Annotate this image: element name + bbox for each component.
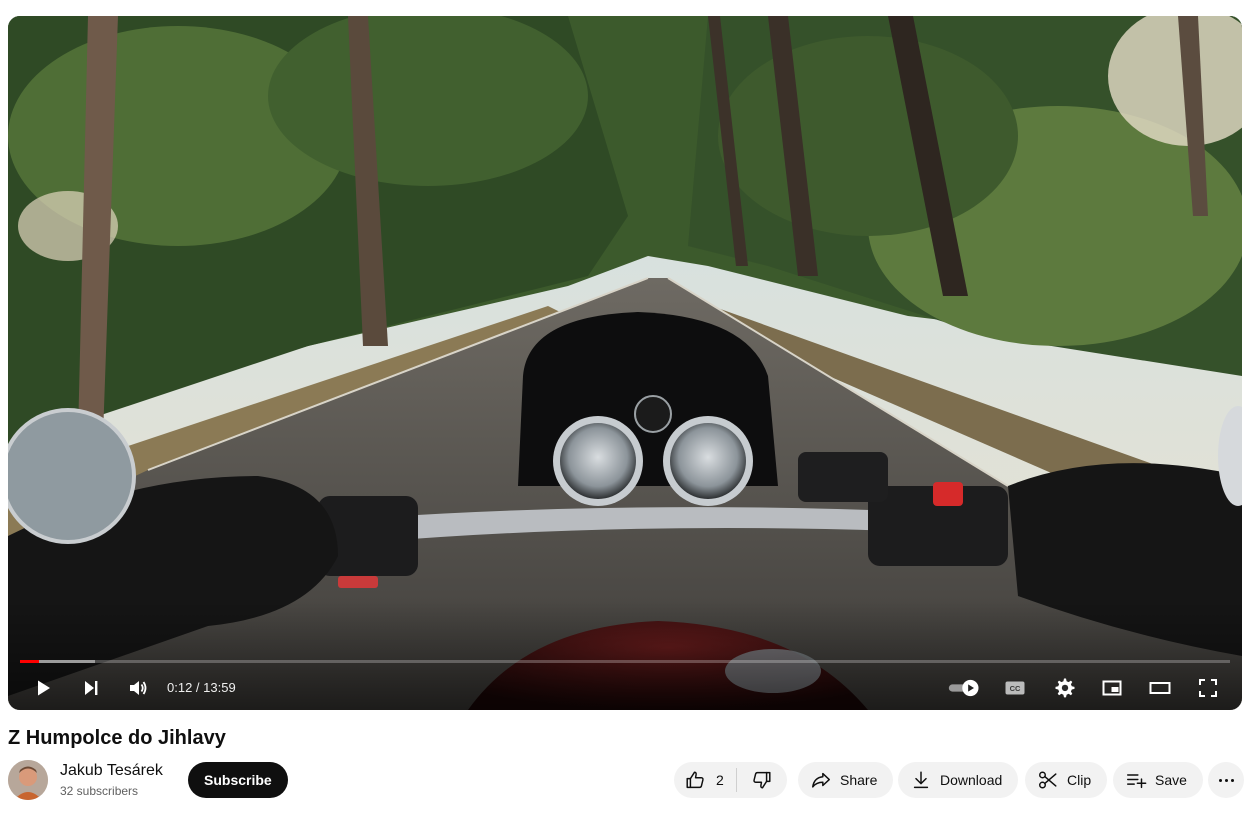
volume-button[interactable] xyxy=(120,670,156,706)
more-dot xyxy=(1218,778,1222,782)
miniplayer-icon xyxy=(1102,680,1122,696)
channel-name[interactable]: Jakub Tesárek xyxy=(60,762,163,780)
channel-avatar[interactable] xyxy=(8,760,48,800)
clip-button[interactable]: Clip xyxy=(1025,762,1108,798)
fullscreen-button[interactable] xyxy=(1190,670,1226,706)
download-icon xyxy=(913,771,929,789)
more-dot xyxy=(1224,778,1228,782)
download-label: Download xyxy=(940,772,1003,788)
dislike-button[interactable] xyxy=(737,762,787,798)
settings-button[interactable] xyxy=(1046,670,1082,706)
theater-mode-button[interactable] xyxy=(1142,670,1178,706)
progress-played xyxy=(20,660,40,663)
miniplayer-button[interactable] xyxy=(1094,670,1130,706)
like-count: 2 xyxy=(716,772,724,788)
share-icon xyxy=(812,772,830,788)
gear-icon xyxy=(1055,678,1075,698)
subscribe-button[interactable]: Subscribe xyxy=(188,762,288,798)
fullscreen-icon xyxy=(1199,679,1217,697)
thumbs-up-icon xyxy=(686,771,704,789)
more-dot xyxy=(1230,778,1234,782)
save-label: Save xyxy=(1155,772,1187,788)
subscriber-count: 32 subscribers xyxy=(60,784,139,798)
progress-bar[interactable] xyxy=(20,660,1230,663)
video-player[interactable]: 0:12 / 13:59 CC xyxy=(8,16,1242,710)
clip-label: Clip xyxy=(1067,772,1092,788)
more-actions-button[interactable] xyxy=(1208,762,1244,798)
add-to-playlist-icon xyxy=(1127,774,1147,789)
next-button[interactable] xyxy=(73,670,109,706)
thumbs-down-icon xyxy=(753,771,771,789)
player-controls: 0:12 / 13:59 CC xyxy=(8,670,1242,706)
autoplay-toggle[interactable] xyxy=(945,670,985,706)
scissors-icon xyxy=(1039,771,1057,789)
svg-text:CC: CC xyxy=(1010,684,1021,693)
theater-mode-icon xyxy=(1149,682,1171,694)
captions-icon: CC xyxy=(1005,681,1025,695)
autoplay-toggle-icon xyxy=(948,679,979,697)
volume-icon xyxy=(130,681,147,695)
captions-button[interactable]: CC xyxy=(997,670,1033,706)
share-label: Share xyxy=(840,772,878,788)
like-button[interactable]: 2 xyxy=(674,762,736,798)
avatar-image xyxy=(8,760,48,800)
play-button[interactable] xyxy=(25,670,61,706)
play-icon xyxy=(38,680,50,696)
like-dislike-group: 2 xyxy=(674,762,787,798)
video-title: Z Humpolce do Jihlavy xyxy=(8,727,226,749)
save-button[interactable]: Save xyxy=(1113,762,1203,798)
next-icon xyxy=(85,681,98,695)
share-button[interactable]: Share xyxy=(798,762,894,798)
time-display: 0:12 / 13:59 xyxy=(167,680,236,695)
download-button[interactable]: Download xyxy=(898,762,1019,798)
